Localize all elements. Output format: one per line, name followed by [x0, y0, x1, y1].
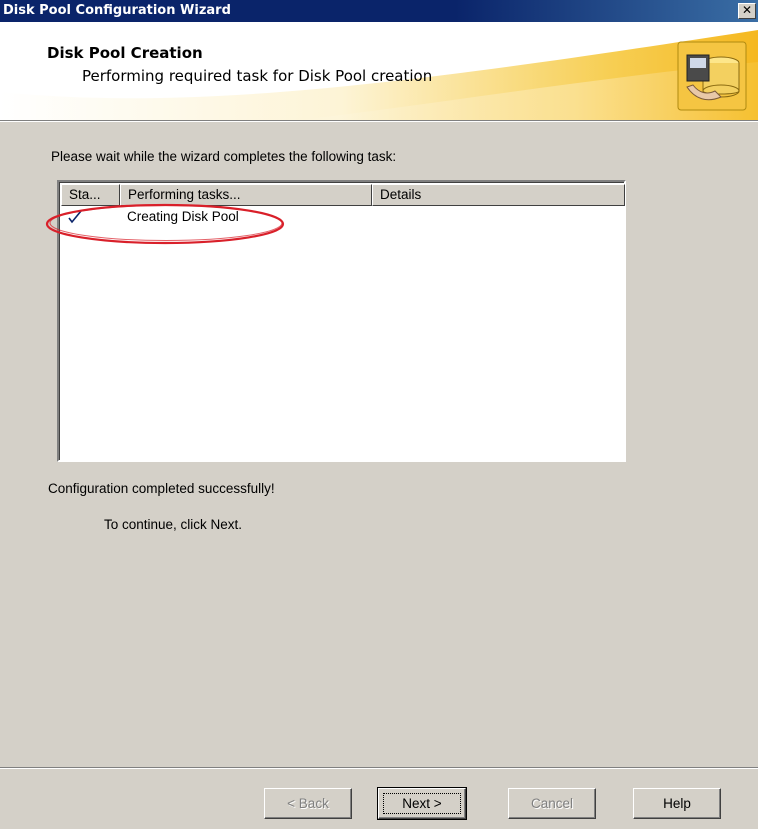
column-header-tasks[interactable]: Performing tasks...	[120, 184, 372, 206]
column-header-status[interactable]: Sta...	[61, 184, 120, 206]
close-button[interactable]: ✕	[738, 3, 756, 19]
page-title: Disk Pool Creation	[47, 44, 203, 62]
footer-divider	[0, 767, 758, 769]
task-list[interactable]: Sta... Performing tasks... Details Creat…	[57, 180, 626, 462]
wizard-window: Disk Pool Configuration Wizard ✕ Disk Po…	[0, 0, 758, 829]
check-icon	[68, 210, 82, 224]
status-message: Configuration completed successfully!	[48, 481, 275, 496]
title-bar[interactable]: Disk Pool Configuration Wizard ✕	[0, 0, 758, 22]
help-button[interactable]: Help	[633, 788, 721, 819]
instruction-text: Please wait while the wizard completes t…	[51, 149, 397, 164]
task-name: Creating Disk Pool	[127, 209, 239, 224]
back-button[interactable]: < Back	[264, 788, 352, 819]
cancel-button[interactable]: Cancel	[508, 788, 596, 819]
close-icon: ✕	[741, 3, 753, 17]
disk-pool-wizard-icon	[677, 41, 747, 111]
table-row[interactable]: Creating Disk Pool	[61, 207, 624, 227]
continue-message: To continue, click Next.	[104, 517, 243, 532]
page-subtitle: Performing required task for Disk Pool c…	[82, 67, 433, 85]
header-divider	[0, 120, 758, 122]
window-title: Disk Pool Configuration Wizard	[3, 3, 231, 18]
task-list-header: Sta... Performing tasks... Details	[61, 184, 625, 206]
column-header-details[interactable]: Details	[372, 184, 625, 206]
wizard-header: Disk Pool Creation Performing required t…	[0, 22, 758, 121]
next-button[interactable]: Next >	[377, 787, 467, 820]
focus-rect	[383, 793, 461, 814]
